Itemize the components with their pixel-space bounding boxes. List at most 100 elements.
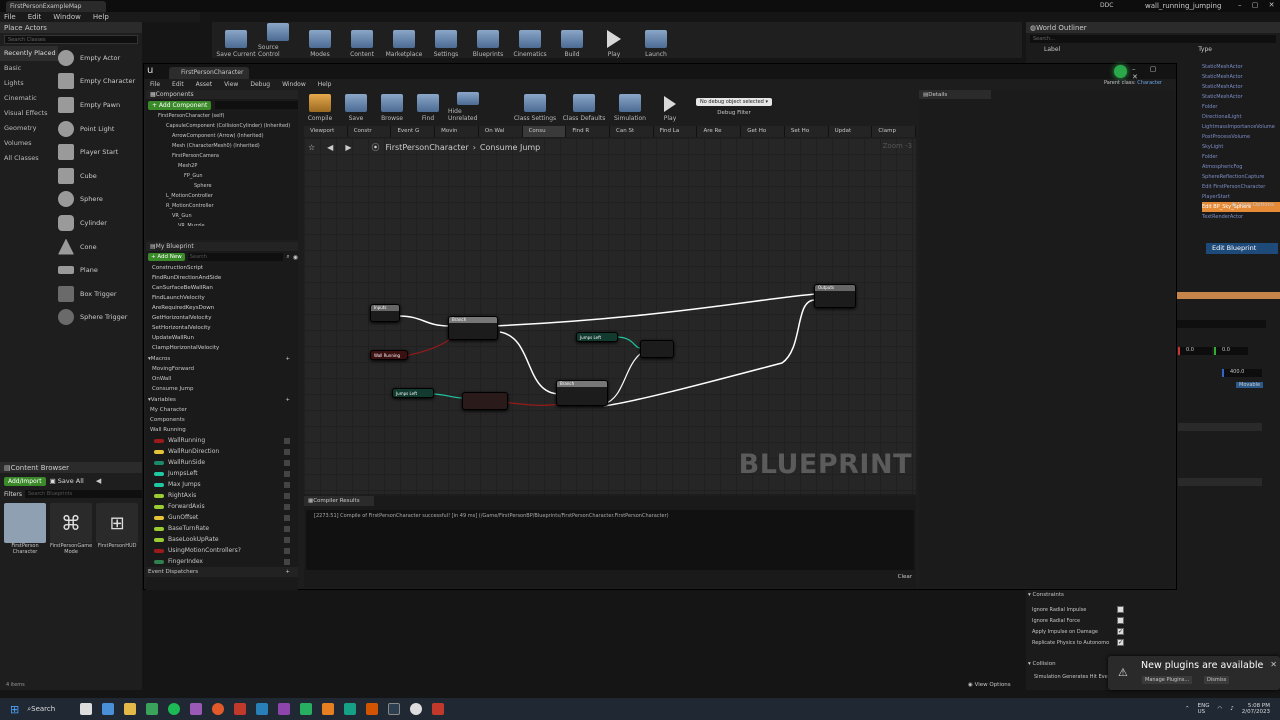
outliner-row[interactable]: PlayerStart <box>1202 192 1280 202</box>
view-options-icon[interactable]: ◉ <box>293 254 298 261</box>
tree-item[interactable]: VR_Gun <box>150 211 298 221</box>
graph-tab[interactable]: Constr <box>347 126 392 137</box>
app-icon[interactable] <box>146 703 159 715</box>
taskbar-search[interactable]: ⌕ Search <box>27 705 55 714</box>
volume-icon[interactable]: ♪ <box>1230 706 1234 712</box>
app-icon[interactable] <box>190 703 203 715</box>
actor-player-start[interactable]: Player Start <box>58 140 142 164</box>
location-y-field[interactable]: 0.0 <box>1214 347 1248 355</box>
visibility-eye-icon[interactable] <box>284 470 290 477</box>
outliner-row[interactable]: SkyLight <box>1202 142 1280 152</box>
level-tab[interactable]: FirstPersonExampleMap <box>6 1 106 12</box>
dropdown[interactable] <box>1178 423 1262 431</box>
variable-item[interactable]: JumpsLeft <box>146 468 298 479</box>
source-control-button[interactable]: Source Control <box>258 22 298 58</box>
bp-menu-debug[interactable]: Debug <box>250 81 270 88</box>
outliner-row[interactable]: DirectionalLight <box>1202 112 1280 122</box>
var-group[interactable]: My Character <box>150 405 298 415</box>
function-item[interactable]: UpdateWallRun <box>152 333 298 343</box>
category-all-classes[interactable]: All Classes <box>0 151 58 166</box>
variable-item[interactable]: FingerIndex <box>146 556 298 567</box>
graph-tab[interactable]: Are Re <box>697 126 742 137</box>
source-control-indicator[interactable]: DDC <box>1100 2 1113 9</box>
app-icon[interactable] <box>278 703 291 715</box>
nav-back-icon[interactable]: ◀ <box>96 477 101 485</box>
outliner-row[interactable]: AtmosphericFog <box>1202 162 1280 172</box>
variable-item[interactable]: WallRunDirection <box>146 446 298 457</box>
chevron-up-icon[interactable]: ⌃ <box>1185 706 1190 712</box>
place-actors-tab[interactable]: Place Actors <box>0 22 142 33</box>
graph-tab[interactable]: Find La <box>653 126 698 137</box>
hide-unrelated-button[interactable]: Hide Unrelated <box>448 92 488 122</box>
visibility-eye-icon[interactable] <box>284 536 290 543</box>
details-view-options[interactable]: ◉ View Options <box>968 682 1011 688</box>
checkbox[interactable] <box>1117 606 1124 613</box>
save-current-button[interactable]: Save Current <box>216 22 256 58</box>
function-item[interactable]: GetHorizontalVelocity <box>152 313 298 323</box>
category-basic[interactable]: Basic <box>0 61 58 76</box>
outliner-row[interactable]: Folder <box>1202 102 1280 112</box>
debug-filter-dropdown[interactable]: No debug object selected ▾ <box>696 98 772 106</box>
visibility-eye-icon[interactable] <box>284 437 290 444</box>
graph-tab[interactable]: Can St <box>610 126 654 137</box>
graph-tab[interactable]: Clamp <box>872 126 917 137</box>
actor-sphere-trigger[interactable]: Sphere Trigger <box>58 306 142 330</box>
add-icon[interactable]: + <box>285 569 290 575</box>
event-dispatchers-header[interactable]: Event Dispatchers + <box>146 567 298 577</box>
spotify-icon[interactable] <box>168 703 181 715</box>
compiler-results-tab[interactable]: ▦ Compiler Results <box>304 496 374 506</box>
checkbox-checked[interactable]: ✓ <box>1117 639 1124 646</box>
app-icon[interactable] <box>234 703 247 715</box>
edit-blueprint-button[interactable]: Edit Blueprint <box>1206 243 1278 254</box>
close-icon[interactable]: ✕ <box>1270 660 1277 669</box>
bp-play-button[interactable]: Play <box>654 92 686 122</box>
function-item[interactable]: ClampHorizontalVelocity <box>152 343 298 353</box>
menu-help[interactable]: Help <box>93 13 109 21</box>
outliner-row[interactable]: StaticMeshActor <box>1202 72 1280 82</box>
category-lights[interactable]: Lights <box>0 76 58 91</box>
function-item[interactable]: SetHorizontalVelocity <box>152 323 298 333</box>
play-button[interactable]: Play <box>594 22 634 58</box>
var-group[interactable]: Wall Running <box>150 425 298 435</box>
tree-item[interactable]: Mesh2P <box>150 161 298 171</box>
details-search[interactable] <box>1176 320 1266 328</box>
visibility-eye-icon[interactable] <box>284 525 290 532</box>
var-group[interactable]: Components <box>150 415 298 425</box>
tree-item-self[interactable]: FirstPersonCharacter (self) <box>150 111 298 121</box>
constraints-header[interactable]: ▾ Constraints <box>1028 592 1064 598</box>
category-geometry[interactable]: Geometry <box>0 121 58 136</box>
graph-tab[interactable]: Find R <box>566 126 611 137</box>
tree-item[interactable]: FirstPersonCamera <box>150 151 298 161</box>
outliner-row[interactable]: Edit FirstPersonCharacter <box>1202 182 1280 192</box>
modes-button[interactable]: Modes <box>300 22 340 58</box>
tree-item[interactable]: R_MotionController <box>150 201 298 211</box>
outliner-row[interactable]: PostProcessVolume <box>1202 132 1280 142</box>
graph-tab[interactable]: Movin <box>435 126 479 137</box>
macro-item[interactable]: MovingForward <box>152 364 298 374</box>
graph-tab[interactable]: On Wal <box>478 126 523 137</box>
function-item[interactable]: AreRequiredKeysDown <box>152 303 298 313</box>
outliner-row[interactable]: TextRenderActor <box>1202 212 1280 222</box>
function-item[interactable]: CanSurfaceBeWallRan <box>152 283 298 293</box>
manage-plugins-button[interactable]: Manage Plugins... <box>1142 676 1193 684</box>
collision-header[interactable]: ▾ Collision <box>1028 661 1056 667</box>
asset-tile[interactable]: ⌘ FirstPersonGame Mode <box>50 503 92 555</box>
bp-menu-view[interactable]: View <box>224 81 238 88</box>
variable-item[interactable]: GunOffset <box>146 512 298 523</box>
variable-item[interactable]: RightAxis <box>146 490 298 501</box>
compile-button[interactable]: Compile <box>304 92 336 122</box>
graph-tab[interactable]: Event G <box>391 126 436 137</box>
actor-cube[interactable]: Cube <box>58 164 142 188</box>
variable-item[interactable]: WallRunning <box>146 435 298 446</box>
app-icon[interactable] <box>432 703 445 715</box>
jumps-left-getter[interactable]: Jumps Left <box>576 332 618 342</box>
app-icon[interactable] <box>212 703 225 715</box>
add-icon[interactable]: + <box>285 356 290 362</box>
asset-tile[interactable]: ⊞ FirstPersonHUD <box>96 503 139 549</box>
outliner-view-options[interactable]: ◉ View Options <box>1231 202 1274 208</box>
dropdown[interactable] <box>1178 478 1262 486</box>
actor-cone[interactable]: Cone <box>58 235 142 259</box>
variables-header[interactable]: ▾ Variables + <box>146 394 298 405</box>
task-view-icon[interactable] <box>80 703 93 715</box>
simulation-button[interactable]: Simulation <box>610 92 650 122</box>
